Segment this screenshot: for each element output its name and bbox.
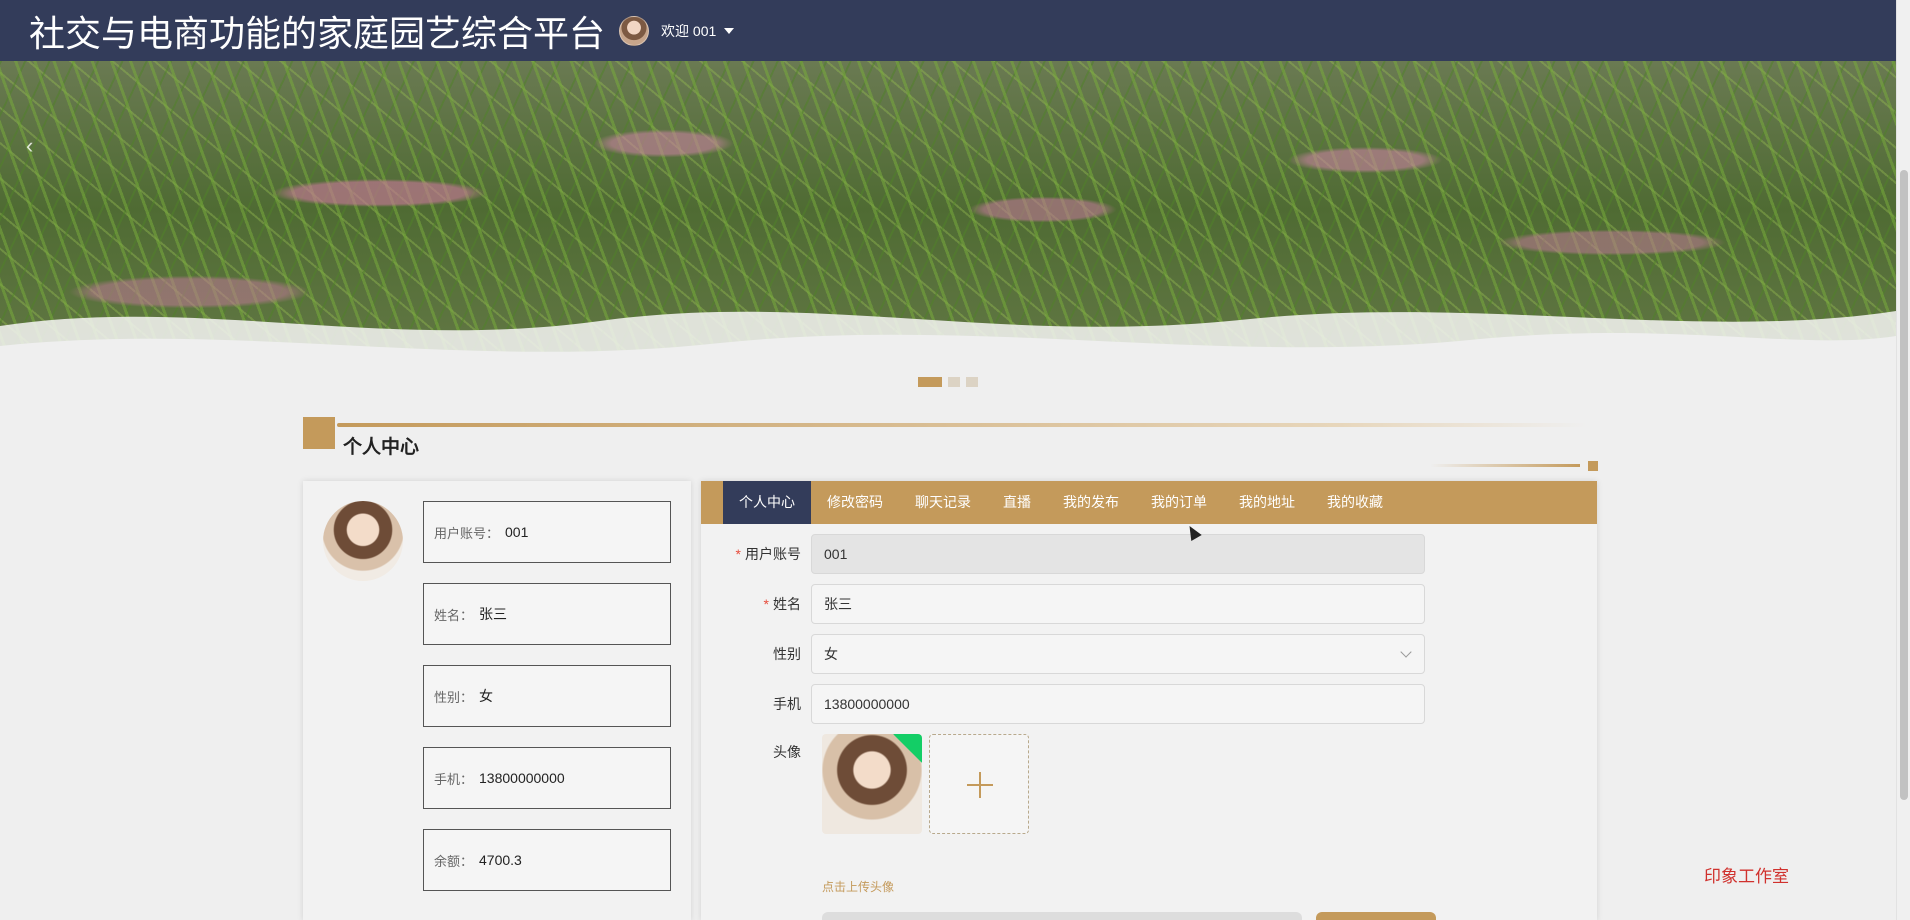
required-mark: * — [763, 596, 769, 612]
plus-icon-vertical — [979, 772, 981, 798]
summary-account-label: 用户账号： — [434, 525, 500, 541]
carousel-dot-1[interactable] — [918, 377, 942, 387]
form-row-account: * 用户账号 001 — [701, 534, 1597, 574]
gender-select-value: 女 — [824, 646, 838, 662]
summary-name: 姓名： 张三 — [423, 583, 671, 645]
section-decor-line — [1430, 464, 1580, 467]
form-bottom-input[interactable] — [822, 912, 1302, 920]
tab-chat-history[interactable]: 聊天记录 — [899, 481, 987, 524]
summary-phone-label: 手机： — [434, 771, 474, 787]
account-field[interactable]: 001 — [811, 534, 1425, 574]
phone-field-label: 手机 — [773, 696, 801, 712]
summary-phone: 手机： 13800000000 — [423, 747, 671, 809]
form-submit-button[interactable] — [1316, 912, 1436, 920]
welcome-user-menu[interactable]: 欢迎 001 — [661, 21, 716, 41]
summary-account-value: 001 — [505, 524, 529, 540]
banner-wave-decoration — [0, 311, 1896, 391]
summary-name-value: 张三 — [479, 606, 508, 622]
caret-down-icon[interactable] — [724, 27, 735, 34]
gender-select[interactable]: 女 — [811, 634, 1425, 674]
carousel-prev-arrow-icon[interactable]: ‹ — [26, 133, 33, 159]
summary-gender: 性别： 女 — [423, 665, 671, 727]
form-row-name: * 姓名 张三 — [701, 584, 1597, 624]
summary-balance: 余额： 4700.3 — [423, 829, 671, 891]
chevron-down-icon — [1400, 646, 1412, 658]
tab-personal-center[interactable]: 个人中心 — [723, 481, 811, 524]
summary-gender-label: 性别： — [434, 689, 474, 705]
name-field-label: * 姓名 — [701, 594, 811, 614]
carousel-dot-3[interactable] — [966, 377, 978, 387]
tab-my-favorites[interactable]: 我的收藏 — [1311, 481, 1399, 524]
page: 社交与电商功能的家庭园艺综合平台 欢迎 001 ‹ 个人中心 用户账号： 001… — [0, 0, 1910, 920]
uploaded-avatar-thumbnail[interactable]: ✓ — [822, 734, 922, 834]
user-avatar[interactable] — [619, 15, 650, 46]
tab-live[interactable]: 直播 — [987, 481, 1047, 524]
section-title: 个人中心 — [343, 437, 420, 458]
avatar-field-label: 头像 — [773, 744, 801, 760]
account-label-text: 用户账号 — [745, 546, 801, 562]
watermark-text: 印象工作室 — [1704, 867, 1789, 886]
section-title-line — [337, 423, 1587, 427]
profile-tabs: 个人中心 修改密码 聊天记录 直播 我的发布 我的订单 我的地址 我的收藏 — [701, 481, 1597, 524]
tab-change-password[interactable]: 修改密码 — [811, 481, 899, 524]
required-mark: * — [735, 546, 741, 562]
form-row-gender: 性别 女 — [701, 634, 1597, 674]
upload-success-badge: ✓ — [893, 734, 922, 763]
name-label-text: 姓名 — [773, 596, 801, 612]
scrollbar-thumb[interactable] — [1900, 170, 1908, 800]
summary-balance-value: 4700.3 — [479, 852, 522, 868]
avatar-upload-button[interactable] — [929, 734, 1029, 834]
summary-account: 用户账号： 001 — [423, 501, 671, 563]
tab-my-posts[interactable]: 我的发布 — [1047, 481, 1135, 524]
upload-avatar-tip: 点击上传头像 — [822, 880, 895, 894]
carousel-indicators — [0, 377, 1896, 387]
summary-gender-value: 女 — [479, 688, 494, 704]
account-field-label: * 用户账号 — [701, 544, 811, 564]
summary-balance-label: 余额： — [434, 853, 474, 869]
section-title-marker — [303, 417, 335, 449]
profile-summary-card: 用户账号： 001 姓名： 张三 性别： 女 手机： 13800000000 余… — [303, 481, 691, 920]
profile-edit-card: 个人中心 修改密码 聊天记录 直播 我的发布 我的订单 我的地址 我的收藏 * 用… — [701, 481, 1597, 920]
summary-name-label: 姓名： — [434, 607, 474, 623]
section-decor-square — [1588, 461, 1598, 471]
site-title: 社交与电商功能的家庭园艺综合平台 — [29, 12, 606, 54]
form-row-phone: 手机 13800000000 — [701, 684, 1597, 724]
page-scrollbar[interactable] — [1896, 0, 1910, 920]
tab-my-orders[interactable]: 我的订单 — [1135, 481, 1223, 524]
tab-my-address[interactable]: 我的地址 — [1223, 481, 1311, 524]
top-header: 社交与电商功能的家庭园艺综合平台 欢迎 001 — [0, 0, 1910, 61]
summary-phone-value: 13800000000 — [479, 770, 565, 786]
banner-carousel: ‹ — [0, 61, 1896, 391]
phone-field[interactable]: 13800000000 — [811, 684, 1425, 724]
profile-avatar — [323, 501, 403, 581]
name-field[interactable]: 张三 — [811, 584, 1425, 624]
gender-field-label: 性别 — [773, 646, 801, 662]
carousel-dot-2[interactable] — [948, 377, 960, 387]
